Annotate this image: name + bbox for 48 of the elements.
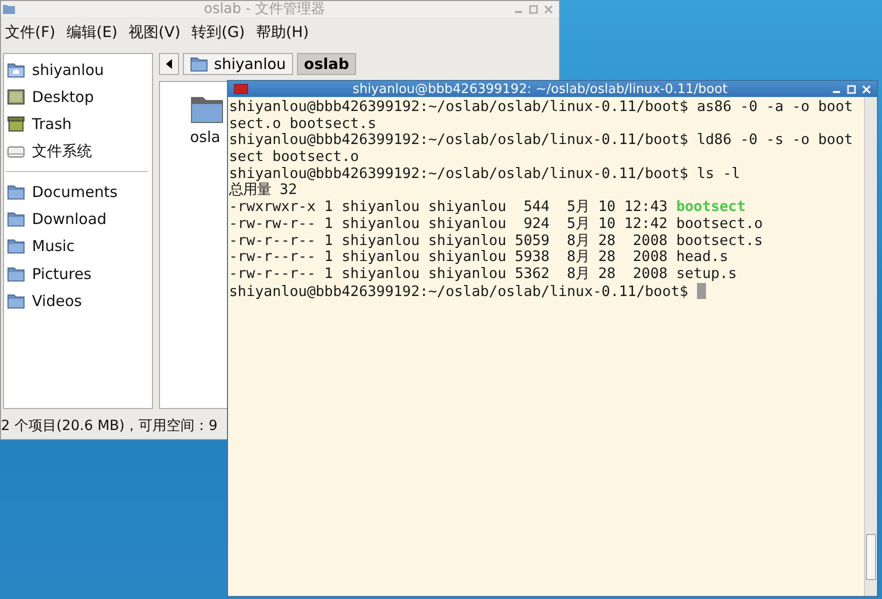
trash-icon bbox=[7, 116, 25, 132]
terminal-line: sect.o bootsect.s bbox=[229, 116, 378, 132]
menu-item[interactable]: 编辑(E) bbox=[66, 22, 118, 42]
status-text: 2 个项目(20.6 MB)，可用空间：9 bbox=[1, 417, 218, 435]
folder-icon bbox=[7, 184, 25, 200]
folder-icon bbox=[7, 238, 25, 254]
drive-icon bbox=[7, 144, 25, 160]
desktop-icon bbox=[7, 88, 25, 105]
path-button[interactable]: oslab bbox=[296, 53, 356, 75]
terminal-line: 总用量 32 bbox=[229, 182, 298, 200]
home-folder-icon bbox=[7, 62, 25, 78]
window-title: shiyanlou@bbb426399192: ~/oslab/oslab/linux-0.11/boot bbox=[352, 82, 728, 96]
terminal-line: shiyanlou@bbb426399192:~/oslab/oslab/linux-0.11/boot$ ld86 -0 -s -o boot bbox=[229, 132, 854, 150]
sidebar-item[interactable]: Pictures bbox=[4, 260, 152, 288]
folder-icon bbox=[7, 266, 25, 282]
terminal-line: -rw-r--r-- 1 shiyanlou shiyanlou 5938 8月 28 2008 head.s bbox=[229, 249, 730, 266]
sidebar-item[interactable]: Desktop bbox=[4, 83, 152, 111]
sidebar-item[interactable]: Videos bbox=[4, 287, 152, 315]
folder-icon bbox=[3, 4, 15, 14]
sidebar-item[interactable]: Music bbox=[4, 232, 152, 260]
menu-item[interactable]: 转到(G) bbox=[192, 22, 245, 42]
back-button[interactable] bbox=[159, 53, 179, 75]
folder-icon bbox=[190, 56, 208, 72]
terminal-line: -rwxrwxr-x 1 shiyanlou shiyanlou 544 5月 10 12:43 bootsect bbox=[229, 199, 747, 216]
terminal-line: sect bootsect.o bbox=[229, 149, 360, 166]
scrollbar[interactable] bbox=[864, 97, 877, 596]
terminal-line: shiyanlou@bbb426399192:~/oslab/oslab/linux-0.11/boot$ ls -l bbox=[229, 166, 742, 182]
folder-icon[interactable] bbox=[190, 94, 224, 124]
folder-icon bbox=[7, 211, 25, 228]
terminal-icon bbox=[234, 84, 248, 94]
sidebar-item[interactable]: shiyanlou bbox=[4, 56, 152, 84]
path-button[interactable]: shiyanlou bbox=[183, 53, 293, 75]
menu-item[interactable]: 文件(F) bbox=[5, 22, 56, 42]
terminal-line: -rw-rw-r-- 1 shiyanlou shiyanlou 924 5月 10 12:42 bootsect.o bbox=[229, 216, 764, 232]
terminal-line: -rw-r--r-- 1 shiyanlou shiyanlou 5059 8月 28 2008 bootsect.s bbox=[229, 232, 764, 250]
terminal-line: shiyanlou@bbb426399192:~/oslab/oslab/linux-0.11/boot$ bbox=[229, 282, 864, 300]
terminal-line: -rw-r--r-- 1 shiyanlou shiyanlou 5362 8月 28 2008 setup.s bbox=[229, 266, 738, 283]
folder-icon bbox=[7, 293, 25, 310]
sidebar-item[interactable]: Documents bbox=[4, 178, 152, 206]
sidebar-item[interactable]: 文件系统 bbox=[4, 138, 152, 166]
window-title: oslab - 文件管理器 bbox=[202, 0, 326, 18]
sidebar-item[interactable]: Download bbox=[4, 205, 152, 233]
terminal-line: shiyanlou@bbb426399192:~/oslab/oslab/linux-0.11/boot$ as86 -0 -a -o boot bbox=[229, 99, 854, 116]
menu-item[interactable]: 帮助(H) bbox=[256, 22, 309, 42]
sidebar-item[interactable]: Trash bbox=[4, 110, 152, 138]
file-label[interactable]: osla bbox=[190, 128, 220, 146]
menu-item[interactable]: 视图(V) bbox=[128, 22, 180, 42]
back-arrow-icon bbox=[166, 59, 172, 69]
